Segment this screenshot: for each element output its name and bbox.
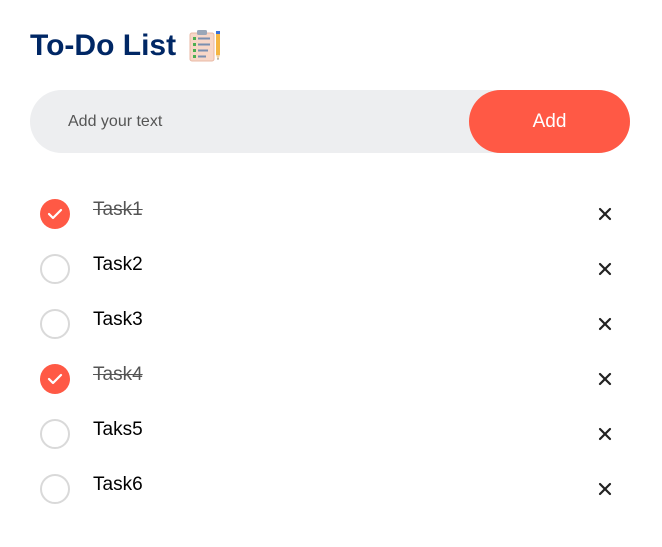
checkbox-unchecked[interactable]	[40, 254, 70, 284]
task-item[interactable]: Task1	[30, 187, 630, 242]
page-title: To-Do List	[30, 29, 177, 62]
task-label: Task4	[93, 364, 143, 385]
close-icon[interactable]	[598, 372, 612, 386]
checkbox-unchecked[interactable]	[40, 474, 70, 504]
notepad-icon	[188, 29, 224, 63]
task-item[interactable]: Task3	[30, 297, 630, 352]
close-icon[interactable]	[598, 317, 612, 331]
task-label: Task2	[93, 254, 143, 275]
task-item[interactable]: Task4	[30, 352, 630, 407]
checkbox-unchecked[interactable]	[40, 419, 70, 449]
task-item[interactable]: Task6	[30, 462, 630, 517]
task-list: Task1 Task2 Task3 Task4 Taks5 Task6	[30, 187, 630, 517]
input-row: Add	[30, 90, 630, 153]
task-label: Task1	[93, 199, 143, 220]
task-label: Task3	[93, 309, 143, 330]
task-item[interactable]: Taks5	[30, 407, 630, 462]
close-icon[interactable]	[598, 427, 612, 441]
task-input[interactable]	[68, 90, 458, 153]
task-item[interactable]: Task2	[30, 242, 630, 297]
add-button[interactable]: Add	[469, 90, 630, 153]
task-label: Taks5	[93, 419, 143, 440]
todo-app: To-Do List Add Task1Task2Tas	[0, 0, 662, 547]
close-icon[interactable]	[598, 482, 612, 496]
header: To-Do List	[30, 26, 224, 66]
checkbox-checked[interactable]	[40, 199, 70, 229]
task-label: Task6	[93, 474, 143, 495]
checkbox-unchecked[interactable]	[40, 309, 70, 339]
close-icon[interactable]	[598, 207, 612, 221]
check-icon	[47, 373, 63, 385]
checkbox-checked[interactable]	[40, 364, 70, 394]
check-icon	[47, 208, 63, 220]
close-icon[interactable]	[598, 262, 612, 276]
